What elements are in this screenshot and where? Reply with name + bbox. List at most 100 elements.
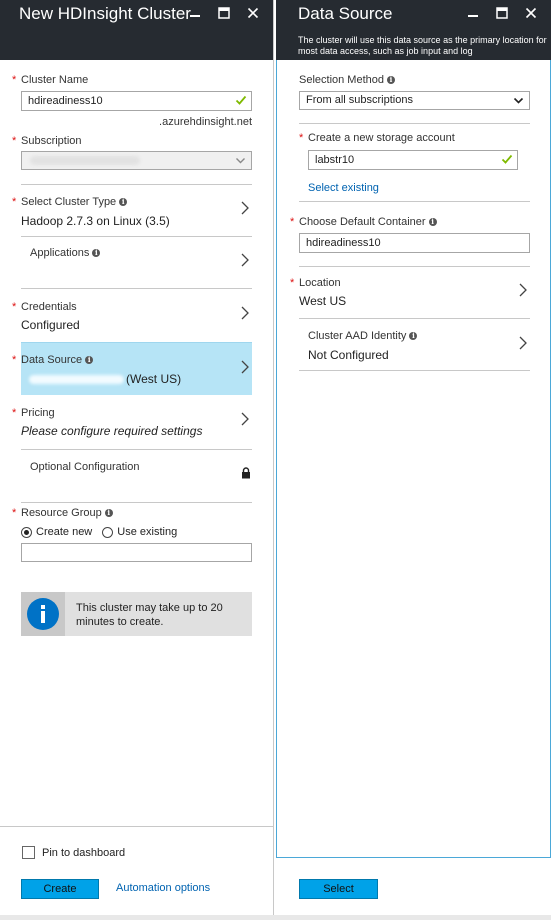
minimize-button[interactable] bbox=[180, 4, 209, 22]
location-value: West US bbox=[299, 294, 347, 308]
info-circle-icon bbox=[27, 598, 59, 630]
create-button[interactable]: Create bbox=[21, 879, 99, 899]
domain-suffix: .azurehdinsight.net bbox=[159, 116, 252, 128]
storage-account-input[interactable]: labstr10 bbox=[308, 150, 518, 170]
required-marker: * bbox=[12, 135, 17, 147]
required-marker: * bbox=[12, 407, 17, 419]
chevron-right-icon bbox=[519, 283, 527, 297]
location-label: Location bbox=[299, 277, 341, 289]
info-icon: i bbox=[409, 332, 418, 340]
blade-header: New HDInsight Cluster bbox=[0, 0, 273, 60]
selection-method-label: Selection Method bbox=[299, 74, 384, 86]
required-marker: * bbox=[12, 507, 17, 519]
selection-method-field: Selection Method i From all subscriptions bbox=[299, 73, 530, 110]
create-new-label: Create new bbox=[36, 526, 93, 538]
required-marker: * bbox=[12, 74, 17, 86]
select-button[interactable]: Select bbox=[299, 879, 378, 899]
maximize-icon bbox=[217, 7, 230, 19]
chevron-right-icon bbox=[241, 360, 249, 374]
required-marker: * bbox=[12, 196, 17, 208]
selection-method-value: From all subscriptions bbox=[306, 94, 413, 106]
pin-checkbox[interactable] bbox=[22, 846, 35, 859]
blade-subtitle: The cluster will use this data source as… bbox=[298, 35, 547, 56]
pin-to-dashboard[interactable]: Pin to dashboard bbox=[22, 846, 125, 859]
automation-options-link[interactable]: Automation options bbox=[116, 882, 210, 894]
data-source-row[interactable]: * Data Source i (West US) bbox=[12, 342, 252, 395]
checkmark-icon bbox=[501, 154, 513, 164]
section-divider bbox=[299, 201, 530, 202]
selection-method-dropdown[interactable]: From all subscriptions bbox=[299, 91, 530, 110]
cluster-type-value: Hadoop 2.7.3 on Linux (3.5) bbox=[21, 214, 170, 228]
info-icon: i bbox=[387, 76, 395, 84]
default-container-field: * Choose Default Container i hdireadiness1… bbox=[290, 215, 530, 253]
data-source-blade: Data Source The cluster will use this da… bbox=[276, 0, 551, 920]
minimize-icon bbox=[189, 15, 200, 17]
data-source-value: (West US) bbox=[126, 372, 182, 386]
storage-account-value: labstr10 bbox=[315, 154, 355, 166]
chevron-right-icon bbox=[519, 336, 527, 350]
default-container-label: Choose Default Container bbox=[299, 216, 426, 228]
maximize-button[interactable] bbox=[487, 4, 516, 22]
pricing-label: Pricing bbox=[21, 407, 55, 419]
credentials-row[interactable]: * Credentials Configured bbox=[12, 288, 252, 342]
aad-identity-label: Cluster AAD Identity bbox=[308, 330, 407, 342]
required-marker: * bbox=[12, 301, 17, 313]
lock-icon bbox=[242, 467, 250, 479]
aad-identity-value: Not Configured bbox=[308, 348, 389, 362]
cluster-name-label: Cluster Name bbox=[21, 74, 89, 86]
location-row[interactable]: * Location West US bbox=[290, 266, 530, 318]
maximize-button[interactable] bbox=[209, 4, 238, 22]
subscription-dropdown[interactable] bbox=[21, 151, 252, 170]
optional-configuration-row[interactable]: Optional Configuration bbox=[21, 449, 252, 502]
applications-label: Applications bbox=[30, 247, 90, 259]
close-icon bbox=[525, 7, 536, 19]
required-marker: * bbox=[12, 354, 17, 366]
resource-group-input[interactable] bbox=[21, 543, 252, 562]
chevron-right-icon bbox=[241, 306, 249, 320]
cluster-name-input[interactable]: hdireadiness10 bbox=[21, 91, 252, 111]
radio-selected-indicator bbox=[21, 526, 32, 538]
required-marker: * bbox=[290, 277, 295, 289]
data-source-label: Data Source bbox=[21, 354, 83, 366]
resource-group-label: Resource Group bbox=[21, 507, 102, 519]
chevron-right-icon bbox=[241, 253, 249, 267]
chevron-right-icon bbox=[241, 412, 249, 426]
resource-group-section: * Resource Group i Create new Use existing bbox=[12, 502, 252, 572]
default-container-value: hdireadiness10 bbox=[306, 237, 381, 249]
redacted-subscription bbox=[30, 156, 140, 165]
use-existing-radio[interactable]: Use existing bbox=[102, 526, 177, 538]
window-controls bbox=[458, 4, 545, 22]
page-footer-strip bbox=[0, 915, 551, 920]
pricing-row[interactable]: * Pricing Please configure required setti… bbox=[12, 395, 252, 449]
credentials-label: Credentials bbox=[21, 301, 77, 313]
resource-group-options: Create new Use existing bbox=[21, 526, 252, 538]
cluster-type-row[interactable]: * Select Cluster Type i Hadoop 2.7.3 on Li… bbox=[12, 184, 252, 236]
radio-indicator bbox=[102, 526, 114, 538]
storage-account-field: * Create a new storage account labstr10 S… bbox=[299, 131, 518, 194]
default-container-input[interactable]: hdireadiness10 bbox=[299, 233, 530, 253]
cluster-name-value: hdireadiness10 bbox=[28, 95, 103, 107]
section-divider bbox=[299, 123, 530, 124]
aad-identity-row[interactable]: Cluster AAD Identity i Not Configured bbox=[299, 318, 530, 371]
chevron-right-icon bbox=[241, 201, 249, 215]
minimize-button[interactable] bbox=[458, 4, 487, 22]
cluster-name-field: * Cluster Name hdireadiness10 .azurehdins… bbox=[12, 73, 252, 128]
close-button[interactable] bbox=[238, 4, 267, 22]
window-controls bbox=[180, 4, 267, 22]
info-icon: i bbox=[104, 509, 113, 517]
select-existing-link[interactable]: Select existing bbox=[308, 182, 518, 194]
redacted-storage-name bbox=[29, 375, 124, 384]
maximize-icon bbox=[495, 7, 508, 19]
subscription-field: * Subscription bbox=[12, 134, 252, 170]
use-existing-label: Use existing bbox=[117, 526, 178, 538]
close-button[interactable] bbox=[516, 4, 545, 22]
blade-header: Data Source The cluster will use this da… bbox=[276, 0, 551, 60]
close-icon bbox=[247, 7, 258, 19]
credentials-value: Configured bbox=[21, 318, 80, 332]
optional-configuration-label: Optional Configuration bbox=[30, 461, 140, 473]
applications-row[interactable]: Applications i bbox=[21, 236, 252, 288]
pin-label: Pin to dashboard bbox=[42, 846, 126, 859]
create-new-radio[interactable]: Create new bbox=[21, 526, 92, 538]
chevron-down-icon bbox=[513, 97, 524, 104]
required-marker: * bbox=[290, 216, 295, 228]
